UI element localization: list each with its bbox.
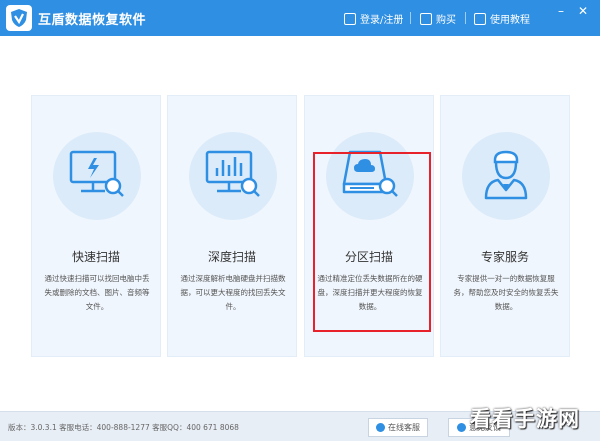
- buy-icon: [420, 12, 432, 25]
- shield-logo-icon: [11, 9, 27, 27]
- online-service-button[interactable]: 在线客服: [368, 418, 428, 437]
- service-icon: [376, 423, 385, 432]
- nav-separator: [465, 12, 466, 24]
- minimize-button[interactable]: –: [552, 4, 570, 18]
- version-contact-info: 版本：3.0.3.1 客服电话：400-888-1277 客服QQ：400 67…: [8, 423, 239, 432]
- tutorial-icon: [474, 12, 486, 25]
- feedback-icon: [457, 423, 466, 432]
- site-watermark: 看看手游网: [470, 407, 580, 431]
- monitor-chart-icon: [205, 150, 260, 197]
- card-description: 通过深度解析电脑硬盘并扫描数据，可以更大程度的找回丢失文件。: [180, 274, 286, 311]
- tutorial-button[interactable]: 使用教程: [474, 11, 530, 26]
- expert-service-icon-circle: [462, 132, 550, 220]
- expert-person-icon: [484, 150, 528, 200]
- login-icon: [344, 12, 356, 25]
- deep-scan-icon-circle: [189, 132, 277, 220]
- highlight-annotation-box: [313, 152, 431, 332]
- buy-label: 购买: [436, 15, 456, 26]
- card-title: 深度扫描: [207, 250, 256, 264]
- card-description: 专家提供一对一的数据恢复服务，帮助您及时安全的恢复丢失数据。: [453, 274, 559, 311]
- expert-service-card[interactable]: 专家服务 专家提供一对一的数据恢复服务，帮助您及时安全的恢复丢失数据。: [440, 95, 570, 357]
- login-register-button[interactable]: 登录/注册: [344, 11, 403, 26]
- nav-separator: [410, 12, 411, 24]
- card-title: 专家服务: [480, 250, 529, 264]
- close-button[interactable]: ✕: [574, 4, 592, 18]
- quick-scan-card[interactable]: 快速扫描 通过快速扫描可以找回电脑中丢失或删除的文档、图片、音频等文件。: [31, 95, 161, 357]
- card-title: 快速扫描: [71, 250, 120, 264]
- title-bar: 互盾数据恢复软件 登录/注册 购买 使用教程 – ✕: [0, 0, 600, 36]
- app-logo: [6, 5, 32, 31]
- close-icon: ✕: [577, 4, 589, 18]
- card-description: 通过快速扫描可以找回电脑中丢失或删除的文档、图片、音频等文件。: [44, 274, 150, 311]
- app-title: 互盾数据恢复软件: [38, 13, 147, 28]
- login-label: 登录/注册: [360, 15, 404, 26]
- tutorial-label: 使用教程: [490, 15, 530, 26]
- minimize-icon: –: [558, 4, 564, 18]
- buy-button[interactable]: 购买: [420, 11, 456, 26]
- quick-scan-icon-circle: [53, 132, 141, 220]
- monitor-lightning-icon: [69, 150, 124, 197]
- deep-scan-card[interactable]: 深度扫描 通过深度解析电脑硬盘并扫描数据，可以更大程度的找回丢失文件。: [167, 95, 297, 357]
- online-service-label: 在线客服: [388, 423, 420, 432]
